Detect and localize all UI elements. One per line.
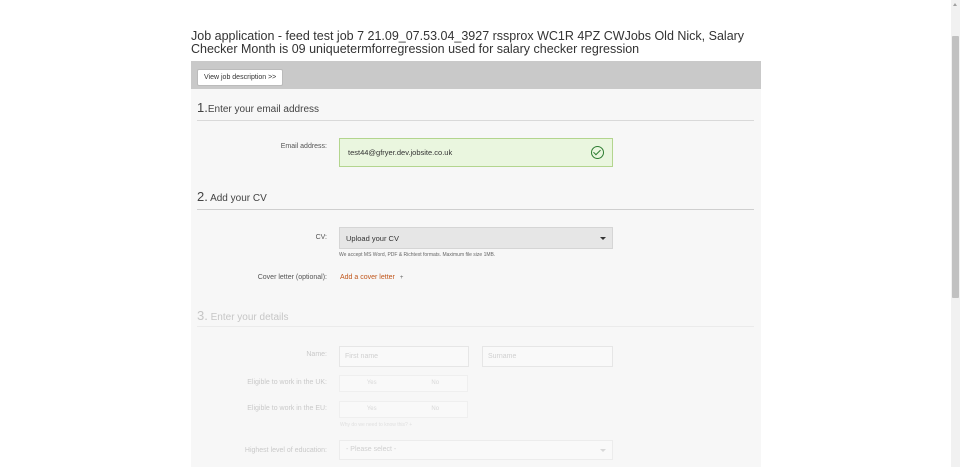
section-2-divider: [197, 209, 754, 210]
section-1-divider: [197, 120, 754, 121]
education-selected-value: - Please select -: [346, 446, 397, 453]
application-form: View job description >> 1.Enter your ema…: [191, 61, 761, 467]
chevron-down-icon: [600, 449, 606, 452]
plus-icon: +: [399, 275, 404, 281]
email-label: Email address:: [280, 143, 327, 150]
surname-field[interactable]: Surname: [482, 346, 613, 367]
uk-no-option[interactable]: No: [404, 376, 468, 391]
section-1-label: Enter your email address: [207, 104, 320, 115]
section-3-title: 3. Enter your details: [197, 308, 288, 323]
add-cover-letter-label: Add a cover letter: [340, 274, 395, 281]
section-3-number: 3.: [197, 308, 208, 323]
scroll-up-arrow-icon[interactable]: [953, 3, 957, 6]
eu-no-option[interactable]: No: [404, 402, 468, 417]
email-value: test44@gfryer.dev.jobsite.co.uk: [348, 148, 453, 157]
eligibility-help-link[interactable]: Why do we need to know this? +: [340, 422, 412, 428]
section-3-divider: [197, 326, 754, 327]
vertical-scrollbar[interactable]: [951, 0, 960, 467]
name-label: Name:: [306, 351, 327, 358]
eu-eligibility-toggle[interactable]: Yes No: [339, 401, 468, 418]
eu-eligibility-label: Eligible to work in the EU:: [247, 405, 327, 412]
page-title: Job application - feed test job 7 21.09_…: [191, 29, 745, 56]
section-3-label: Enter your details: [210, 312, 289, 323]
scrollbar-thumb[interactable]: [952, 36, 959, 298]
section-1-number: 1.: [197, 100, 208, 115]
form-header-bar: View job description >>: [191, 61, 761, 89]
education-label: Highest level of education:: [244, 447, 327, 454]
uk-yes-option[interactable]: Yes: [340, 376, 404, 391]
surname-placeholder: Surname: [488, 353, 517, 360]
section-2-title: 2. Add your CV: [197, 189, 267, 204]
first-name-field[interactable]: First name: [339, 346, 469, 367]
section-1-title: 1.Enter your email address: [197, 100, 319, 115]
cv-format-hint: We accept MS Word, PDF & Richtext format…: [339, 252, 496, 258]
cv-selected-value: Upload your CV: [346, 234, 399, 243]
chevron-down-icon: [600, 237, 606, 240]
education-select[interactable]: - Please select -: [339, 440, 613, 460]
cv-select[interactable]: Upload your CV: [339, 227, 613, 249]
cover-letter-label: Cover letter (optional):: [257, 274, 327, 281]
view-job-description-button[interactable]: View job description >>: [197, 69, 284, 86]
email-field[interactable]: test44@gfryer.dev.jobsite.co.uk: [339, 138, 613, 167]
uk-eligibility-toggle[interactable]: Yes No: [339, 375, 468, 392]
eu-yes-option[interactable]: Yes: [340, 402, 404, 417]
cv-label: CV:: [315, 234, 327, 241]
section-2-label: Add your CV: [210, 193, 267, 204]
uk-eligibility-label: Eligible to work in the UK:: [247, 379, 327, 386]
first-name-placeholder: First name: [345, 353, 379, 360]
section-2-number: 2.: [197, 189, 208, 204]
add-cover-letter-link[interactable]: Add a cover letter +: [340, 274, 403, 281]
check-circle-icon: [591, 146, 604, 159]
